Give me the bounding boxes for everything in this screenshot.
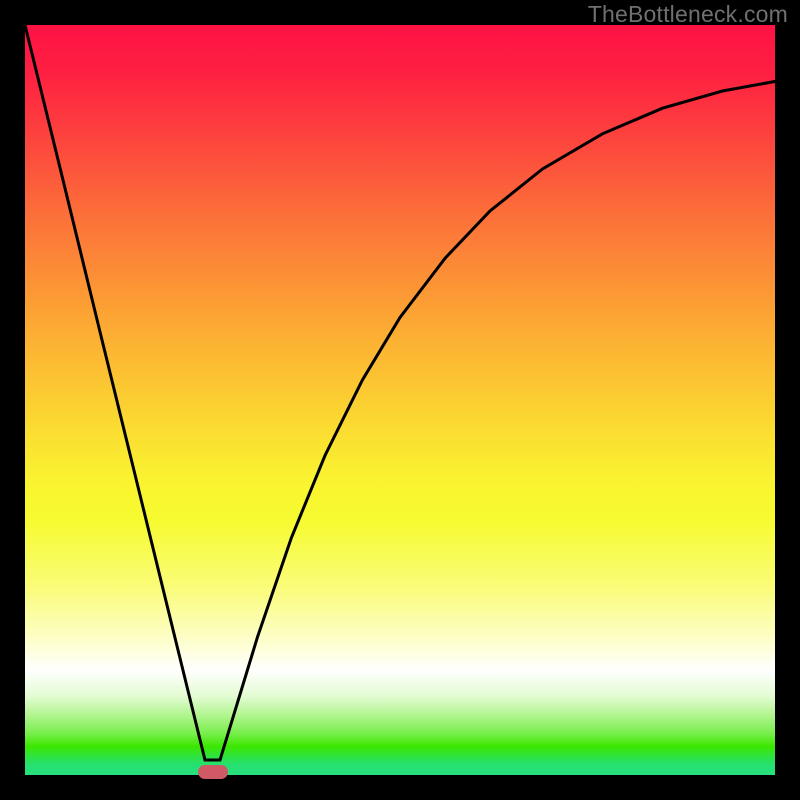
chart-container: TheBottleneck.com bbox=[0, 0, 800, 800]
curve-path bbox=[25, 25, 775, 760]
valley-marker bbox=[198, 765, 228, 779]
plot-area bbox=[25, 25, 775, 775]
curve-layer bbox=[25, 25, 775, 775]
watermark-text: TheBottleneck.com bbox=[588, 1, 788, 28]
